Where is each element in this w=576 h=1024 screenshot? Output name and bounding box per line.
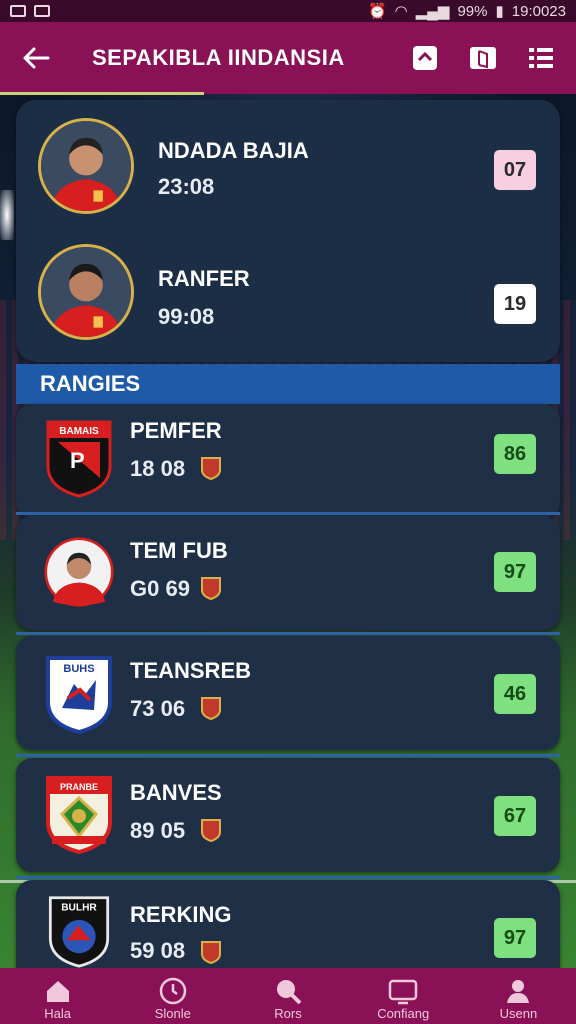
player-name: RANFER <box>158 266 250 291</box>
list-item[interactable]: PRANBE BANVES 89 05 67 <box>16 758 560 872</box>
player-avatar <box>38 244 134 340</box>
list-item[interactable]: TEM FUB G0 69 97 <box>16 516 560 630</box>
club-crest-icon: BAMAIS P <box>44 418 114 498</box>
rating-badge: 97 <box>494 918 536 958</box>
divider <box>16 512 560 515</box>
gamepad-icon <box>34 5 50 17</box>
rating-badge: 46 <box>494 674 536 714</box>
book-button[interactable] <box>468 43 498 73</box>
nav-item-rors[interactable]: Rors <box>230 968 345 1024</box>
divider <box>16 876 560 879</box>
list-item[interactable]: BUHS TEANSREB 73 06 46 <box>16 636 560 750</box>
clock-time: 19:0023 <box>511 2 566 20</box>
crest-text: PRANBE <box>60 782 98 792</box>
player-name: NDADA BAJIA <box>158 138 309 163</box>
player-row[interactable]: NDADA BAJIA 23:08 07 <box>16 116 560 226</box>
svg-text:P: P <box>70 448 85 473</box>
player-score-badge: 19 <box>494 284 536 324</box>
item-score: 18 08 <box>130 456 186 481</box>
nav-item-confiang[interactable]: Confiang <box>346 968 461 1024</box>
rating-badge: 97 <box>494 552 536 592</box>
featured-players-card: NDADA BAJIA 23:08 07 RANFER 99:08 19 <box>16 100 560 362</box>
tv-icon <box>388 979 418 1005</box>
nav-item-hala[interactable]: Hala <box>0 968 115 1024</box>
stadium-light <box>0 190 14 240</box>
item-name: RERKING <box>130 902 232 927</box>
player-time: 99:08 <box>158 304 215 329</box>
player-photo-icon <box>44 532 114 612</box>
badge-icon <box>201 457 221 480</box>
item-name: PEMFER <box>130 418 222 443</box>
crest-text: BUHS <box>63 663 94 675</box>
nav-label: Slonle <box>154 1006 191 1021</box>
club-crest-icon: BUHS <box>44 654 114 734</box>
rating-badge: 67 <box>494 796 536 836</box>
item-name: BANVES <box>130 780 222 805</box>
nav-item-usenn[interactable]: Usenn <box>461 968 576 1024</box>
item-name: TEANSREB <box>130 658 252 683</box>
page-title: SEPAKIBLA IINDANSIA <box>92 45 345 70</box>
nav-label: Usenn <box>499 1006 538 1021</box>
tab-indicator <box>0 92 204 95</box>
player-time: 23:08 <box>158 174 215 199</box>
clock-icon <box>159 977 187 1005</box>
back-button[interactable] <box>20 42 52 74</box>
home-icon <box>46 981 69 1002</box>
divider <box>16 754 560 757</box>
book-icon <box>470 47 496 69</box>
signal-icon: ▂▄▆ <box>415 3 450 20</box>
badge-icon <box>201 577 221 600</box>
notification-icon <box>10 5 26 17</box>
divider <box>16 632 560 635</box>
grid-menu-icon <box>529 48 553 68</box>
player-row[interactable]: RANFER 99:08 19 <box>16 242 560 352</box>
grid-menu-button[interactable] <box>526 43 556 73</box>
app-bar: SEPAKIBLA IINDANSIA <box>0 22 576 94</box>
rating-badge: 86 <box>494 434 536 474</box>
badge-icon <box>201 941 221 964</box>
list-item[interactable]: BULHR RERKING 59 08 97 <box>16 880 560 968</box>
club-crest-icon: PRANBE <box>44 774 114 854</box>
item-score: 59 08 <box>130 938 186 963</box>
battery-percent: 99% <box>457 2 488 20</box>
badge-icon <box>201 697 221 720</box>
crest-text: BAMAIS <box>59 426 99 437</box>
player-score-badge: 07 <box>494 150 536 190</box>
user-icon <box>507 980 530 1003</box>
club-crest-icon: BULHR <box>44 894 114 968</box>
wifi-icon: ◠ <box>394 3 408 20</box>
item-name: TEM FUB <box>130 538 228 563</box>
badge-icon <box>201 819 221 842</box>
section-header: RANGIES <box>16 364 560 404</box>
item-score: G0 69 <box>130 576 190 601</box>
search-icon <box>277 980 302 1005</box>
nav-label: Confiang <box>377 1006 430 1021</box>
share-button[interactable] <box>410 43 440 73</box>
nav-label: Rors <box>274 1006 302 1021</box>
crest-text: BULHR <box>61 903 97 914</box>
back-arrow-icon <box>23 47 50 69</box>
status-bar: ⏰ ◠ ▂▄▆ 99% ▮ 19:0023 <box>0 0 576 22</box>
player-avatar <box>38 118 134 214</box>
nav-label: Hala <box>44 1006 71 1021</box>
share-icon <box>413 46 437 70</box>
battery-icon: ▮ <box>495 3 504 20</box>
alarm-icon: ⏰ <box>367 3 387 20</box>
bottom-navigation: Hala Slonle Rors Confiang Usenn <box>0 968 576 1024</box>
item-score: 89 05 <box>130 818 186 843</box>
item-score: 73 06 <box>130 696 186 721</box>
list-item[interactable]: BAMAIS P PEMFER 18 08 86 <box>16 404 560 518</box>
nav-item-slonle[interactable]: Slonle <box>115 968 230 1024</box>
